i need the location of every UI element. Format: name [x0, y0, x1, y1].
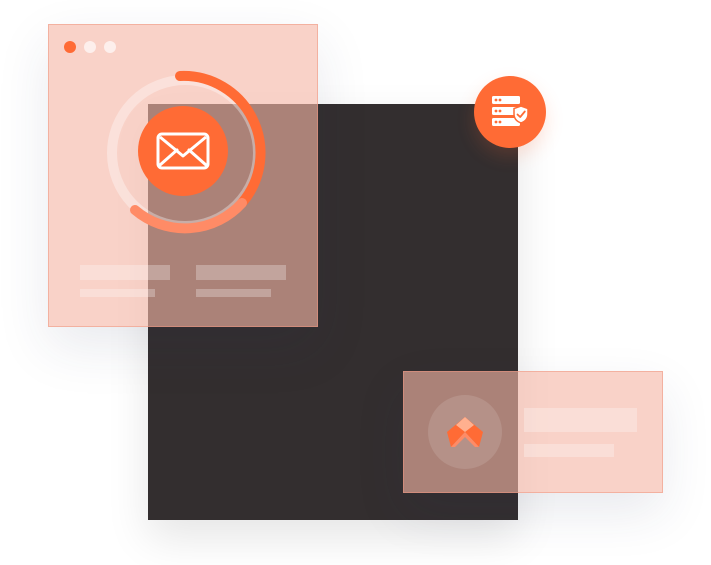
- placeholder-subtitle-left: [80, 289, 155, 297]
- card-placeholder-title: [524, 408, 637, 432]
- placeholder-title-right: [196, 265, 286, 280]
- window-minimize-dot: [84, 41, 96, 53]
- placeholder-title-left: [80, 265, 170, 280]
- progress-ring-arc-secondary: [130, 198, 247, 234]
- illustration-stage: [0, 0, 711, 565]
- card-placeholder-subtitle: [524, 444, 614, 457]
- placeholder-subtitle-right: [196, 289, 271, 297]
- server-shield-icon: [492, 96, 529, 126]
- logo-badge: [428, 395, 502, 469]
- mountain-logo-icon: [447, 417, 483, 447]
- window-close-dot: [64, 41, 76, 53]
- info-card: [403, 371, 663, 493]
- server-badge: [474, 76, 546, 148]
- window-maximize-dot: [104, 41, 116, 53]
- envelope-icon: [156, 132, 210, 170]
- mail-badge: [138, 106, 228, 196]
